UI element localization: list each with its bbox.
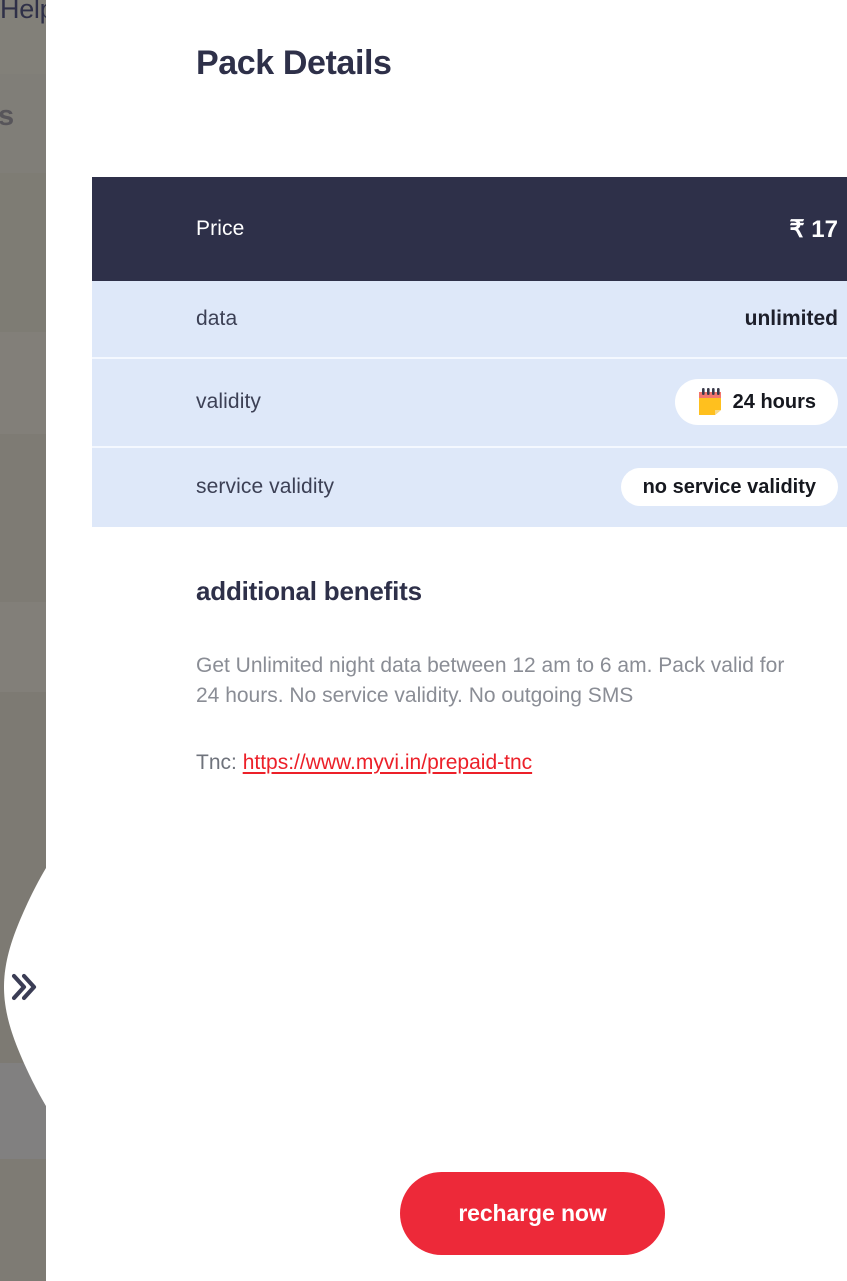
backdrop-band [0, 434, 46, 602]
backdrop-band [0, 173, 46, 332]
backdrop-band [0, 1159, 46, 1281]
validity-chip: 24 hours [674, 378, 838, 425]
tnc-link[interactable]: https://www.myvi.in/prepaid-tnc [243, 751, 532, 774]
recharge-now-button[interactable]: recharge now [400, 1172, 665, 1255]
page-title: Pack Details [196, 44, 392, 82]
row-divider [92, 446, 847, 448]
service-validity-chip: no service validity [620, 467, 838, 506]
table-row-validity: validity 24 hours [92, 357, 847, 446]
backdrop-text-help: Help [0, 0, 46, 24]
additional-benefits-description: Get Unlimited night data between 12 am t… [196, 654, 785, 707]
pack-details-screen: Help s Pack Details Price ₹ 17 data unli… [0, 0, 847, 1281]
service-validity-chip-label: no service validity [642, 475, 816, 498]
table-row-price: Price ₹ 17 [92, 177, 847, 281]
row-label-validity: validity [196, 389, 261, 413]
row-value-price: ₹ 17 [789, 215, 838, 243]
row-label-price: Price [196, 217, 245, 240]
row-label-data: data [196, 307, 238, 330]
table-row-data: data unlimited [92, 281, 847, 357]
row-divider [92, 357, 847, 359]
backdrop-band [0, 332, 46, 434]
backdrop-text-fragment: s [0, 100, 15, 132]
row-label-service-validity: service validity [196, 474, 335, 498]
backdrop-band [0, 692, 46, 867]
additional-benefits-title: additional benefits [196, 576, 422, 606]
table-row-service-validity: service validity no service validity [92, 446, 847, 527]
row-value-data: unlimited [744, 307, 838, 330]
tnc-line: Tnc: https://www.myvi.in/prepaid-tnc [196, 751, 836, 775]
additional-benefits-section: additional benefits Get Unlimited night … [196, 576, 836, 775]
validity-chip-label: 24 hours [732, 390, 816, 413]
pack-details-table: Price ₹ 17 data unlimited validity 24 ho… [92, 177, 847, 527]
drawer-collapse-tab[interactable] [0, 868, 46, 1106]
spiral-notepad-icon [697, 387, 723, 416]
pack-details-panel: Pack Details Price ₹ 17 data unlimited v… [46, 0, 847, 1281]
tnc-label: Tnc: [196, 751, 237, 774]
backdrop-band [0, 602, 46, 692]
